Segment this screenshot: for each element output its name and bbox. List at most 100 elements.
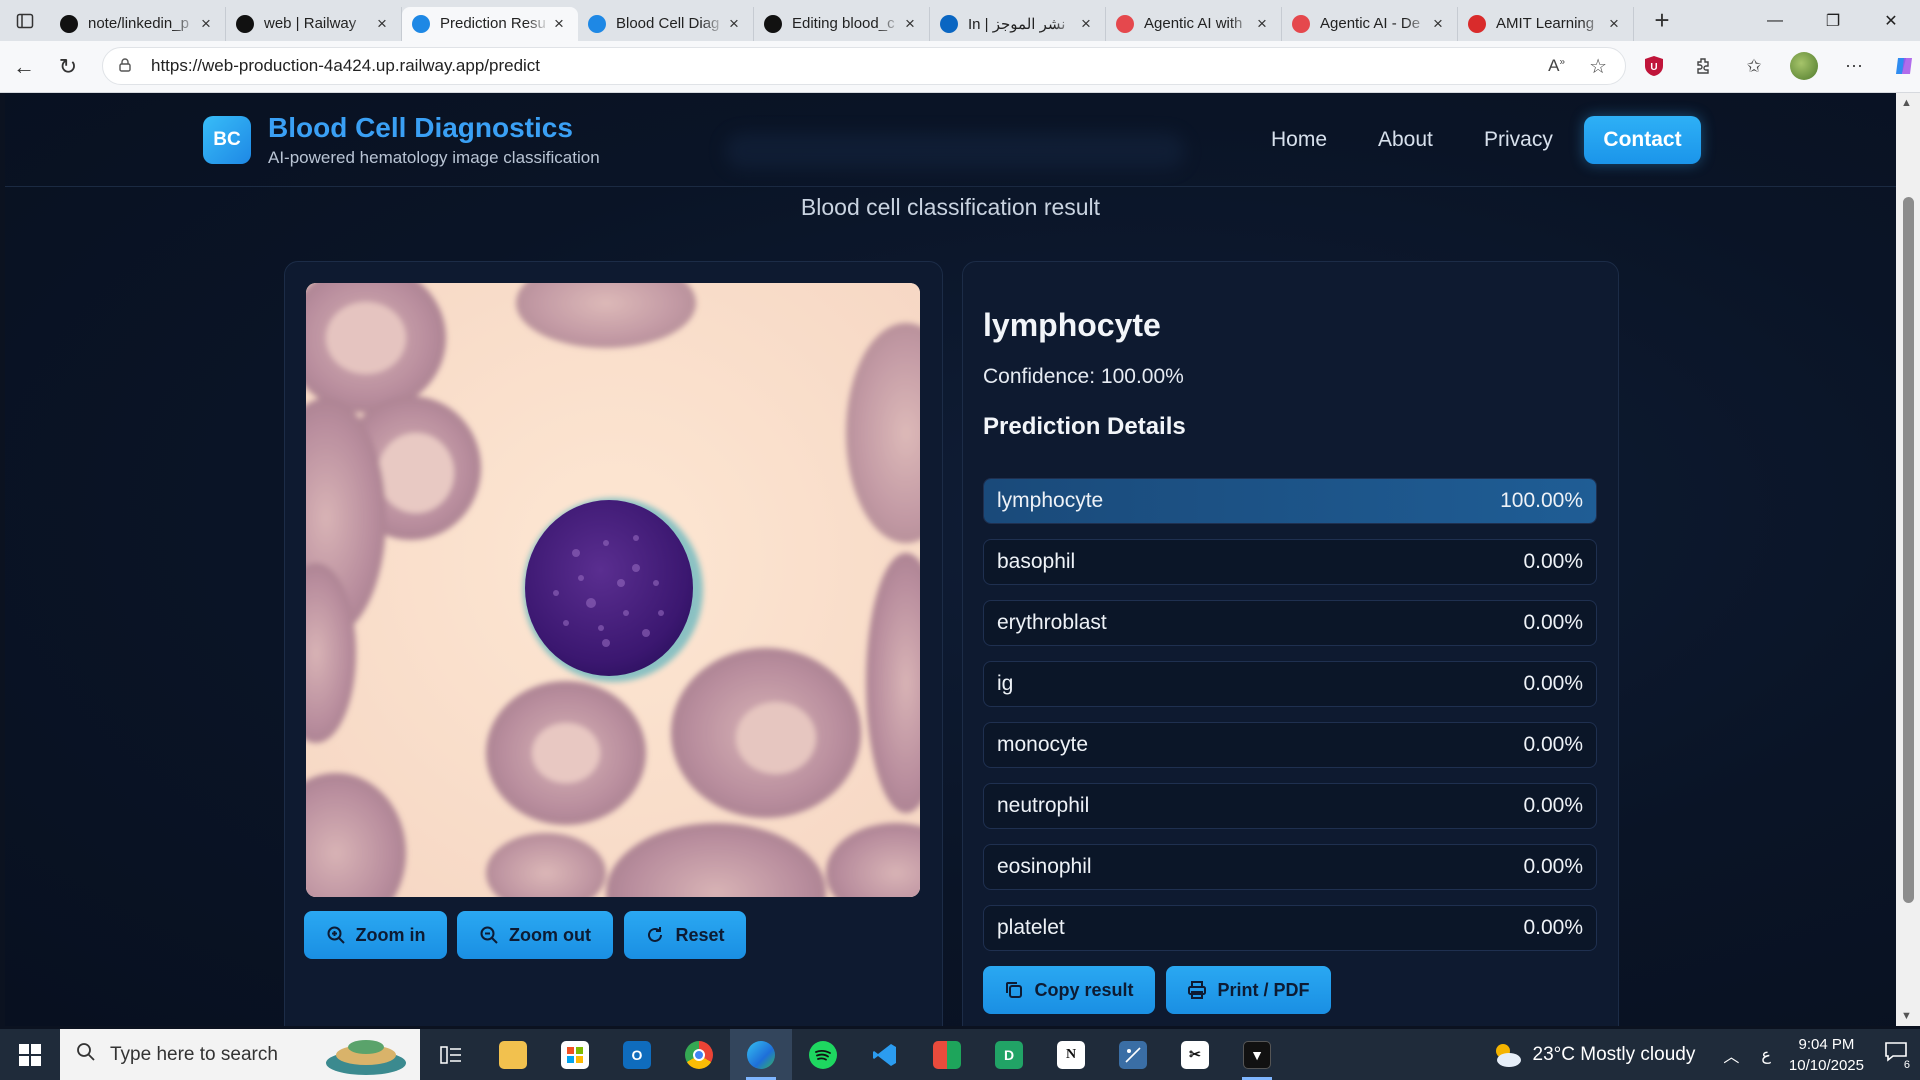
favorite-star-icon[interactable]: ☆ <box>1589 54 1607 79</box>
scroll-up-icon[interactable]: ▲ <box>1901 97 1912 109</box>
taskbar-search-box[interactable]: Type here to search <box>60 1029 420 1080</box>
browser-tab-strip: note/linkedin_p × web | Railway × Prediction… <box>0 0 1920 41</box>
taskbar-capcut[interactable]: ✂ <box>1164 1029 1226 1080</box>
prediction-row: erythroblast 0.00% <box>983 600 1597 646</box>
taskbar-office[interactable] <box>916 1029 978 1080</box>
blood-cell-image[interactable] <box>306 283 920 897</box>
scroll-down-icon[interactable]: ▼ <box>1901 1010 1912 1022</box>
start-button[interactable] <box>0 1029 60 1080</box>
agentic-icon <box>1116 14 1134 33</box>
close-window-button[interactable]: ✕ <box>1862 0 1920 41</box>
search-highlight-image[interactable] <box>322 1033 410 1077</box>
result-heading: Blood cell classification result <box>800 194 1101 220</box>
taskbar-vscode[interactable] <box>854 1029 916 1080</box>
nav-about-link[interactable]: About <box>1378 128 1433 152</box>
copy-result-button[interactable]: Copy result <box>983 966 1155 1014</box>
taskbar-store[interactable] <box>544 1029 606 1080</box>
task-view-icon <box>440 1045 461 1064</box>
tray-overflow-icon[interactable]: ︿ <box>1723 1043 1739 1067</box>
browser-tab[interactable]: In | نشر الموجز × <box>930 6 1106 41</box>
favorites-icon[interactable]: ✩ <box>1740 52 1768 80</box>
close-tab-icon[interactable]: × <box>901 14 919 34</box>
tab-title: Agentic AI with <box>1144 15 1243 32</box>
browser-tab[interactable]: Agentic AI with × <box>1106 6 1282 41</box>
back-button[interactable]: ← <box>2 47 46 87</box>
browser-tab[interactable]: AMIT Learning × <box>1458 6 1634 41</box>
taskbar-notion[interactable]: N <box>1040 1029 1102 1080</box>
more-menu-icon[interactable]: ⋯ <box>1840 52 1868 80</box>
bc-icon <box>588 14 606 33</box>
task-view-button[interactable] <box>420 1029 482 1080</box>
minimize-button[interactable]: — <box>1746 0 1804 41</box>
profile-avatar[interactable] <box>1790 52 1818 80</box>
tab-actions-icon[interactable] <box>0 0 50 41</box>
zoom-out-button[interactable]: Zoom out <box>457 911 613 959</box>
browser-tab[interactable]: Prediction Resu × <box>402 6 578 41</box>
extensions-icon[interactable] <box>1690 52 1718 80</box>
url-text: https://web-production-4a424.up.railway.… <box>151 56 541 75</box>
lymphocyte-cell <box>523 498 703 682</box>
site-title[interactable]: Blood Cell Diagnostics <box>268 112 573 144</box>
agentic-icon <box>1292 14 1310 33</box>
prediction-row: eosinophil 0.00% <box>983 844 1597 890</box>
prediction-row: lymphocyte 100.00% <box>983 478 1597 524</box>
browser-tab[interactable]: Agentic AI - De × <box>1282 6 1458 41</box>
outlook-icon: O <box>623 1040 651 1069</box>
github-icon <box>60 14 78 33</box>
close-tab-icon[interactable]: × <box>1429 14 1447 34</box>
refresh-button[interactable]: ↻ <box>46 47 90 87</box>
weather-widget[interactable]: 23°C Mostly cloudy <box>1491 1041 1695 1069</box>
zoom-in-icon <box>327 926 345 944</box>
new-tab-button[interactable]: + <box>1642 5 1682 36</box>
close-tab-icon[interactable]: × <box>197 14 215 34</box>
notification-center-button[interactable]: 6 <box>1884 1041 1912 1071</box>
ublock-extension-icon[interactable]: U <box>1640 52 1668 80</box>
taskbar-edge[interactable] <box>730 1029 792 1080</box>
zoom-in-button[interactable]: Zoom in <box>304 911 447 959</box>
taskbar-snipping[interactable] <box>1102 1029 1164 1080</box>
browser-tab[interactable]: web | Railway × <box>226 6 402 41</box>
close-tab-icon[interactable]: × <box>373 14 391 34</box>
store-icon <box>561 1040 589 1069</box>
snipping-icon <box>1119 1040 1147 1069</box>
browser-tab[interactable]: note/linkedin_p × <box>50 6 226 41</box>
scrollbar-thumb[interactable] <box>1903 197 1914 903</box>
close-tab-icon[interactable]: × <box>725 14 743 34</box>
taskbar-spotify[interactable] <box>792 1029 854 1080</box>
prediction-value: 0.00% <box>1523 611 1583 634</box>
prediction-value: 0.00% <box>1523 794 1583 817</box>
reset-label: Reset <box>675 924 725 945</box>
tab-title: AMIT Learning <box>1496 15 1595 32</box>
copilot-icon[interactable] <box>1890 52 1918 80</box>
taskbar-app-dark[interactable]: ▼ <box>1226 1029 1288 1080</box>
prediction-value: 0.00% <box>1523 916 1583 939</box>
tab-title: Prediction Resu <box>440 15 546 32</box>
input-language-indicator[interactable]: ع <box>1761 1045 1771 1065</box>
reset-button[interactable]: Reset <box>624 911 746 959</box>
site-logo[interactable]: BC <box>203 116 251 164</box>
nav-home-link[interactable]: Home <box>1271 128 1327 152</box>
page-scrollbar[interactable]: ▲ ▼ <box>1896 93 1920 1026</box>
close-tab-icon[interactable]: × <box>1253 14 1271 34</box>
browser-tab[interactable]: Editing blood_c × <box>754 6 930 41</box>
taskbar-d-app[interactable]: D <box>978 1029 1040 1080</box>
app-dark-icon: ▼ <box>1243 1040 1271 1069</box>
close-tab-icon[interactable]: × <box>1077 14 1095 34</box>
notification-count: 6 <box>1901 1058 1912 1071</box>
browser-tab[interactable]: Blood Cell Diag × <box>578 6 754 41</box>
url-bar[interactable]: https://web-production-4a424.up.railway.… <box>102 47 1626 85</box>
taskbar-outlook[interactable]: O <box>606 1029 668 1080</box>
taskbar-chrome[interactable] <box>668 1029 730 1080</box>
tab-title: web | Railway <box>264 15 357 32</box>
close-tab-icon[interactable]: × <box>550 14 568 34</box>
nav-privacy-link[interactable]: Privacy <box>1484 128 1553 152</box>
read-aloud-icon[interactable]: A» <box>1548 56 1565 76</box>
contact-button[interactable]: Contact <box>1584 116 1701 164</box>
close-tab-icon[interactable]: × <box>1605 14 1623 34</box>
site-info-icon[interactable] <box>117 57 133 76</box>
taskbar-file-explorer[interactable] <box>482 1029 544 1080</box>
prediction-label: neutrophil <box>997 794 1090 817</box>
restore-button[interactable]: ❐ <box>1804 0 1862 41</box>
print-pdf-button[interactable]: Print / PDF <box>1166 966 1331 1014</box>
clock[interactable]: 9:04 PM 10/10/2025 <box>1789 1034 1864 1076</box>
